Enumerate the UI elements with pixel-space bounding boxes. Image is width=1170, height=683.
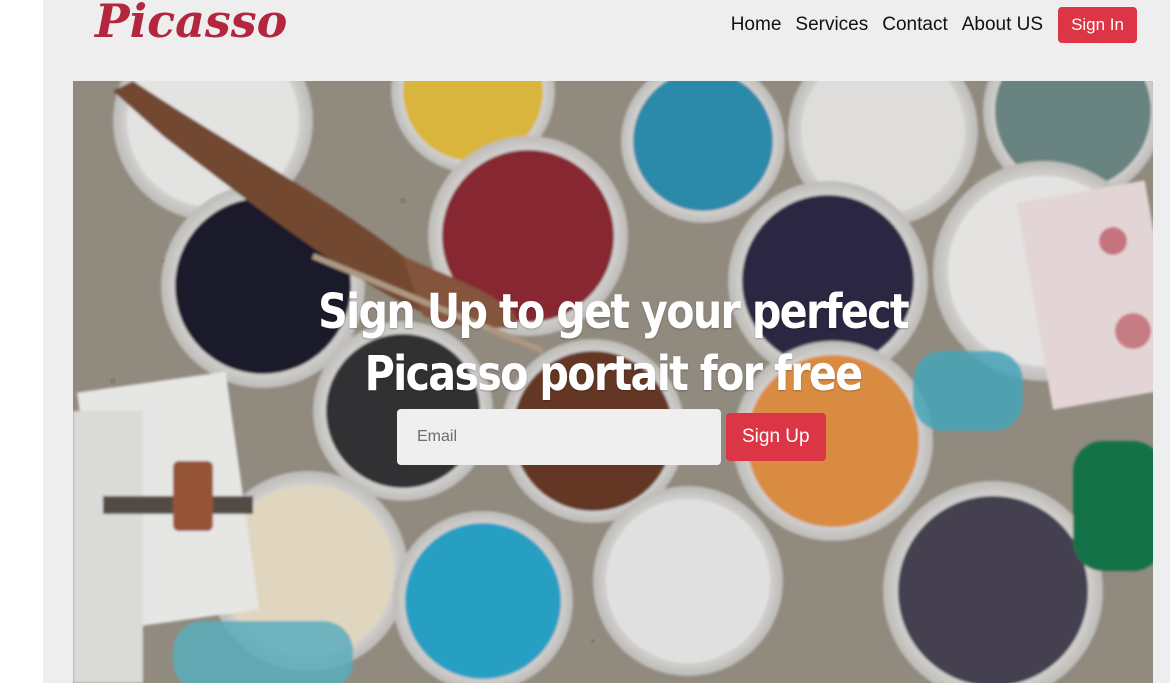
hero-headline-line-1: Sign Up to get your perfect [318,284,909,340]
email-input[interactable] [397,409,721,465]
signup-form: Sign Up [397,409,826,465]
brand-logo[interactable]: Picasso [95,0,287,48]
sign-up-button[interactable]: Sign Up [726,413,826,461]
hero-headline-line-2: Picasso portait for free [364,346,864,402]
nav-link-about[interactable]: About US [962,14,1043,36]
hero-headline: Sign Up to get your perfect Picasso port… [149,281,1078,405]
main-nav: Home Services Contact About US Sign In [731,7,1137,43]
sign-in-button[interactable]: Sign In [1058,7,1137,43]
nav-link-home[interactable]: Home [731,14,782,36]
nav-link-contact[interactable]: Contact [882,14,947,36]
hero-section: Sign Up to get your perfect Picasso port… [73,81,1153,683]
page: Picasso Home Services Contact About US S… [43,0,1170,683]
nav-link-services[interactable]: Services [795,14,868,36]
